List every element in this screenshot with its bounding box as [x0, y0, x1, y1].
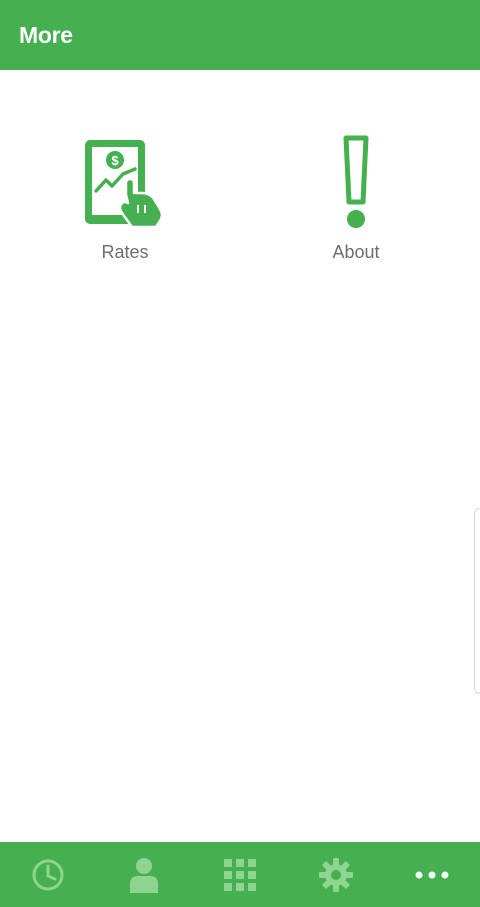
- bottom-navigation: [0, 842, 480, 907]
- svg-text:$: $: [111, 153, 119, 168]
- nav-more-button[interactable]: [384, 842, 480, 907]
- about-label: About: [332, 242, 380, 262]
- person-icon: [130, 857, 158, 893]
- app-screen: More $ Rates About: [0, 0, 480, 907]
- nav-profile-button[interactable]: [96, 842, 192, 907]
- more-dots-icon: [415, 871, 449, 878]
- nav-history-button[interactable]: [0, 842, 96, 907]
- page-title: More: [19, 21, 73, 48]
- exclamation-icon: [306, 132, 406, 232]
- rates-label: Rates: [101, 242, 149, 262]
- rates-tile[interactable]: $ Rates: [5, 132, 245, 272]
- clock-icon: [32, 859, 64, 890]
- about-tile[interactable]: About: [236, 132, 476, 272]
- nav-settings-button[interactable]: [288, 842, 384, 907]
- rates-icon: $: [75, 132, 175, 232]
- nav-apps-button[interactable]: [192, 842, 288, 907]
- edge-panel-handle[interactable]: [474, 508, 480, 694]
- gear-icon: [319, 857, 353, 892]
- grid-icon: [224, 858, 256, 891]
- app-header: More: [0, 0, 480, 70]
